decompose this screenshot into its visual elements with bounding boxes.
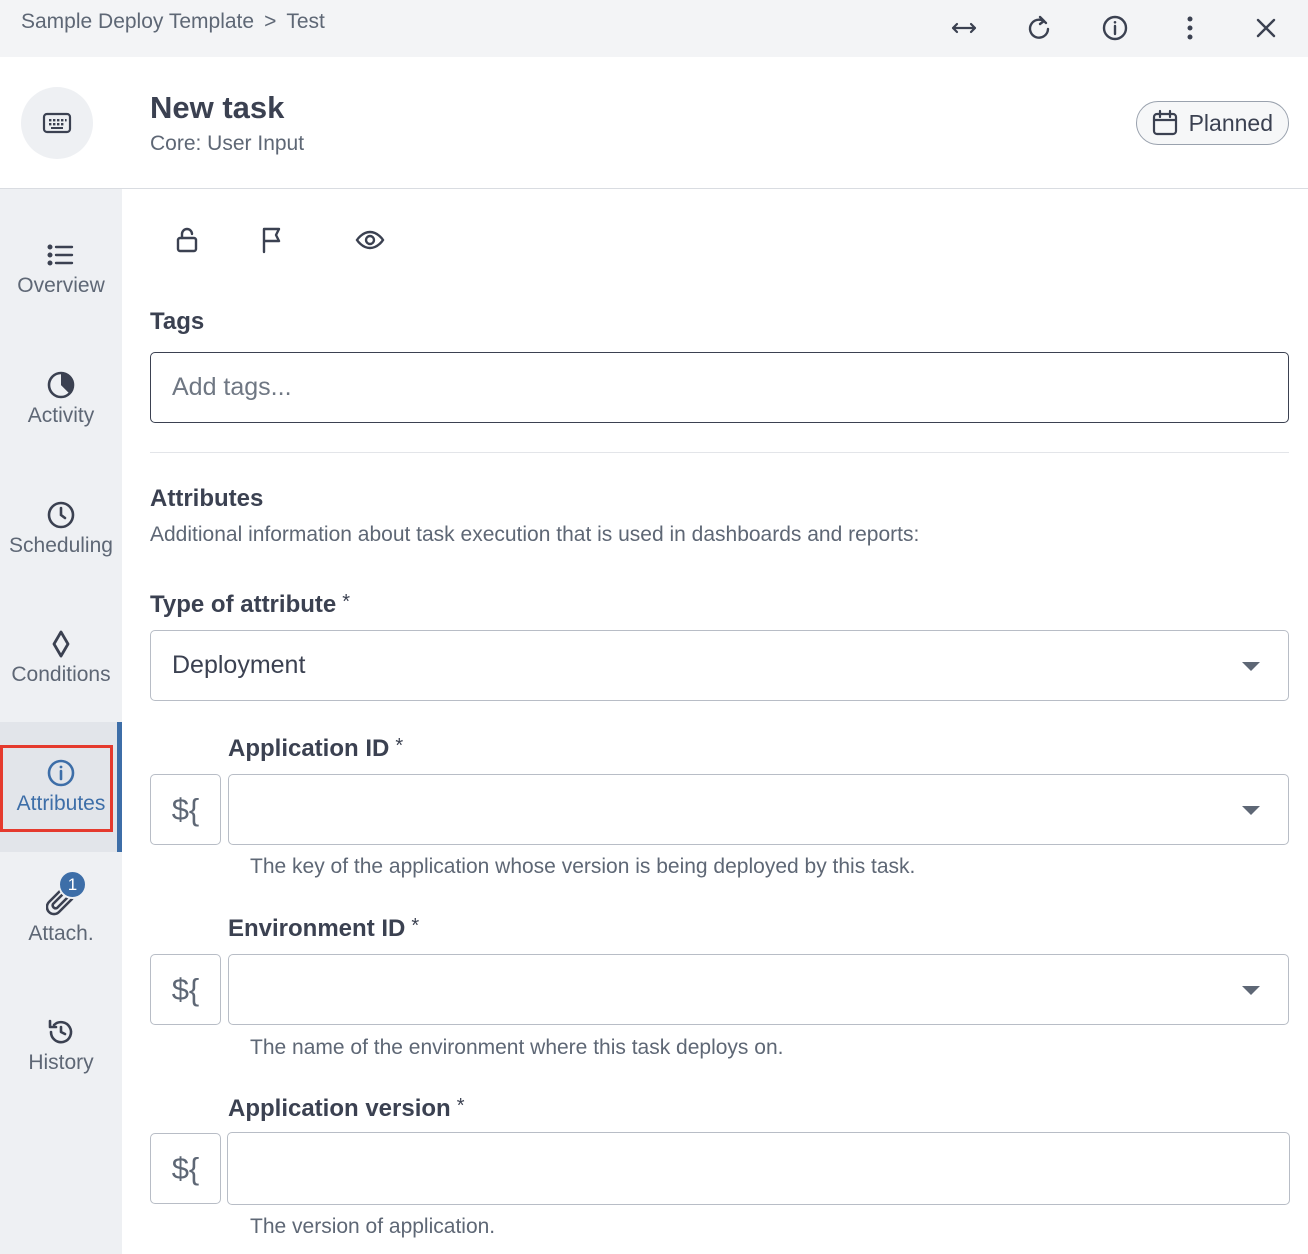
- sidebar-item-attributes[interactable]: Attributes: [0, 722, 122, 852]
- environment-id-select[interactable]: [228, 954, 1289, 1025]
- selected-value: Deployment: [172, 651, 306, 679]
- attachments-count-badge: 1: [58, 870, 87, 899]
- application-id-select[interactable]: [228, 774, 1289, 845]
- tags-input[interactable]: Add tags...: [150, 352, 1289, 423]
- sidebar-item-label: Attach.: [28, 922, 94, 945]
- application-version-help: The version of application.: [250, 1215, 496, 1238]
- chevron-down-icon: [1242, 985, 1260, 995]
- environment-id-label: Environment ID *: [228, 915, 420, 942]
- keyboard-icon: [42, 112, 72, 134]
- task-type-avatar: [21, 87, 93, 159]
- refresh-icon[interactable]: [1019, 8, 1059, 48]
- chevron-down-icon: [1242, 805, 1260, 815]
- attributes-heading: Attributes: [150, 485, 264, 512]
- chevron-down-icon: [1242, 661, 1260, 671]
- more-options-icon[interactable]: [1170, 8, 1210, 48]
- sidebar-item-conditions[interactable]: Conditions: [0, 593, 122, 723]
- variable-toggle-button[interactable]: ${: [150, 954, 221, 1025]
- sidebar-item-label: Attributes: [16, 792, 106, 815]
- sidebar-item-overview[interactable]: Overview: [0, 204, 122, 334]
- breadcrumb-current: Test: [286, 10, 325, 33]
- close-icon[interactable]: [1246, 8, 1286, 48]
- sidebar-item-activity[interactable]: Activity: [0, 334, 122, 464]
- sidebar-item-label: History: [28, 1051, 94, 1074]
- application-id-help: The key of the application whose version…: [250, 855, 916, 878]
- activity-pie-icon: [47, 371, 75, 399]
- attributes-description: Additional information about task execut…: [150, 523, 920, 546]
- application-id-label: Application ID *: [228, 735, 404, 762]
- unlock-icon[interactable]: [170, 223, 204, 257]
- history-icon: [48, 1019, 73, 1044]
- breadcrumb: Sample Deploy Template > Test: [21, 10, 325, 34]
- sidebar: Overview Activity Scheduling Conditions …: [0, 189, 122, 1254]
- breadcrumb-parent[interactable]: Sample Deploy Template: [21, 10, 254, 34]
- section-divider: [150, 452, 1289, 453]
- task-type-label: Core: User Input: [150, 132, 305, 155]
- expand-width-icon[interactable]: [944, 8, 984, 48]
- sidebar-item-scheduling[interactable]: Scheduling: [0, 464, 122, 594]
- application-version-label: Application version *: [228, 1095, 465, 1122]
- calendar-icon: [1152, 109, 1177, 136]
- list-icon: [47, 244, 74, 266]
- sidebar-item-history[interactable]: History: [0, 981, 122, 1111]
- variable-toggle-button[interactable]: ${: [150, 774, 221, 845]
- sidebar-item-label: Conditions: [11, 663, 111, 686]
- application-version-input[interactable]: [227, 1132, 1290, 1205]
- info-icon[interactable]: [1095, 8, 1135, 48]
- breadcrumb-separator: >: [264, 10, 277, 33]
- sidebar-item-label: Overview: [17, 274, 105, 297]
- status-label: Planned: [1188, 109, 1273, 136]
- status-badge[interactable]: Planned: [1135, 101, 1289, 145]
- main-content: Tags Add tags... Attributes Additional i…: [122, 189, 1308, 1254]
- diamond-icon: [52, 630, 70, 658]
- type-of-attribute-select[interactable]: Deployment: [150, 630, 1289, 701]
- watch-eye-icon[interactable]: [353, 223, 387, 257]
- sidebar-item-label: Scheduling: [9, 534, 113, 557]
- task-title[interactable]: New task: [150, 90, 284, 126]
- tags-label: Tags: [150, 308, 205, 335]
- flag-icon[interactable]: [255, 223, 289, 257]
- sidebar-item-attachments[interactable]: Attach.: [0, 852, 122, 982]
- top-bar: Sample Deploy Template > Test: [0, 0, 1308, 57]
- environment-id-help: The name of the environment where this t…: [250, 1036, 784, 1059]
- sidebar-item-label: Activity: [27, 404, 95, 427]
- variable-toggle-button[interactable]: ${: [150, 1133, 221, 1204]
- clock-icon: [47, 501, 75, 529]
- type-of-attribute-label: Type of attribute *: [150, 591, 351, 618]
- task-header: New task Core: User Input Planned: [0, 57, 1308, 189]
- info-icon: [47, 759, 75, 787]
